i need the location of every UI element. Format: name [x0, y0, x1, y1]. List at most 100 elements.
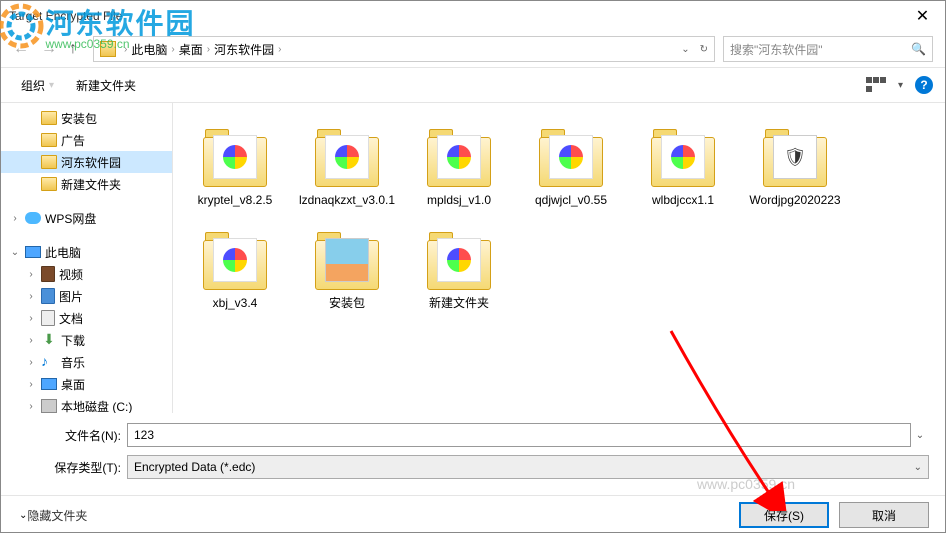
tree-caret-icon: › [9, 213, 21, 224]
breadcrumb-seg-pc[interactable]: 此电脑 [131, 41, 167, 58]
nav-up-icon[interactable]: ↑ [69, 40, 77, 58]
folder-preview-icon [437, 238, 481, 282]
folder-icon [41, 133, 57, 147]
sidebar-item[interactable]: 广告 [1, 129, 172, 151]
sidebar-item[interactable]: › ♪ 音乐 [1, 351, 172, 373]
filetype-select[interactable]: Encrypted Data (*.edc) ⌄ [127, 455, 929, 479]
file-item[interactable]: 安装包 [293, 222, 401, 317]
newfolder-label: 新建文件夹 [76, 77, 136, 94]
folder-preview-icon [549, 135, 593, 179]
save-label: 保存(S) [764, 507, 804, 524]
folder-icon [41, 177, 57, 191]
save-button[interactable]: 保存(S) [739, 502, 829, 528]
chevron-right-icon: › [278, 44, 281, 55]
video-icon [41, 266, 55, 282]
chevron-right-icon: › [171, 44, 174, 55]
chevron-right-icon: › [124, 44, 127, 55]
chevron-right-icon: › [207, 44, 210, 55]
sidebar-item[interactable]: ›文档 [1, 307, 172, 329]
breadcrumb[interactable]: › 此电脑 › 桌面 › 河东软件园 › ⌄ ↻ [93, 36, 715, 62]
chevron-down-icon[interactable]: ▾ [898, 80, 903, 91]
file-item[interactable]: xbj_v3.4 [181, 222, 289, 317]
cancel-label: 取消 [872, 507, 896, 524]
tree-caret-icon: › [25, 291, 37, 302]
sidebar-item-label: 河东软件园 [61, 154, 121, 171]
folder-preview-icon [437, 135, 481, 179]
file-item[interactable]: 新建文件夹 [405, 222, 513, 317]
sidebar-item[interactable]: 新建文件夹 [1, 173, 172, 195]
download-icon: ⬇ [41, 333, 57, 347]
file-item[interactable]: mpldsj_v1.0 [405, 119, 513, 214]
help-icon[interactable]: ? [915, 76, 933, 94]
sidebar-item-label: 广告 [61, 132, 85, 149]
breadcrumb-seg-current[interactable]: 河东软件园 [214, 41, 274, 58]
file-item[interactable]: qdjwjcl_v0.55 [517, 119, 625, 214]
file-label: 新建文件夹 [429, 296, 489, 311]
tree-caret-icon: › [25, 357, 37, 368]
file-item[interactable]: lzdnaqkzxt_v3.0.1 [293, 119, 401, 214]
file-label: mpldsj_v1.0 [427, 193, 491, 208]
search-input[interactable]: 搜索"河东软件园" 🔍 [723, 36, 933, 62]
desktop-icon [41, 378, 57, 390]
close-button[interactable]: ✕ [900, 1, 945, 31]
new-folder-button[interactable]: 新建文件夹 [68, 73, 144, 98]
view-mode-button[interactable] [866, 77, 886, 93]
sidebar-item-label: 下载 [61, 332, 85, 349]
tree-caret-icon: › [25, 269, 37, 280]
sidebar-item-label: WPS网盘 [45, 210, 96, 227]
chevron-down-icon[interactable]: ⌄ [19, 510, 27, 521]
sidebar-item-label: 图片 [59, 288, 83, 305]
filetype-value: Encrypted Data (*.edc) [134, 460, 255, 474]
file-item[interactable]: kryptel_v8.2.5 [181, 119, 289, 214]
folder-preview-icon [213, 135, 257, 179]
file-item[interactable]: 🛡Wordjpg2020223 [741, 119, 849, 214]
search-placeholder: 搜索"河东软件园" [730, 41, 823, 58]
sidebar-item[interactable]: ⌄ 此电脑 [1, 241, 172, 263]
tree-caret-icon: ⌄ [9, 247, 21, 258]
sidebar-item[interactable]: › 图片 [1, 285, 172, 307]
nav-forward-icon[interactable]: → [41, 40, 57, 58]
bottom-fields: 文件名(N): ⌄ 保存类型(T): Encrypted Data (*.edc… [1, 413, 945, 495]
sidebar-item-label: 新建文件夹 [61, 176, 121, 193]
sidebar-item[interactable]: ›本地磁盘 (C:) [1, 395, 172, 413]
document-icon [41, 310, 55, 326]
file-label: lzdnaqkzxt_v3.0.1 [299, 193, 395, 208]
pc-icon [25, 246, 41, 258]
filename-label: 文件名(N): [17, 427, 127, 444]
sidebar-item-label: 此电脑 [45, 244, 81, 261]
cloud-icon [25, 212, 41, 224]
file-item[interactable]: wlbdjccx1.1 [629, 119, 737, 214]
sidebar-item[interactable]: ›桌面 [1, 373, 172, 395]
picture-icon [41, 288, 55, 304]
sidebar-item[interactable]: ›⬇下载 [1, 329, 172, 351]
filename-input[interactable] [127, 423, 911, 447]
cancel-button[interactable]: 取消 [839, 502, 929, 528]
file-label: xbj_v3.4 [213, 296, 258, 311]
folder-preview-icon [325, 135, 369, 179]
sidebar-item[interactable]: ›视频 [1, 263, 172, 285]
organize-button[interactable]: 组织 ▾ [13, 73, 62, 98]
music-icon: ♪ [41, 355, 57, 369]
nav-back-icon[interactable]: ← [13, 40, 29, 58]
refresh-icon[interactable]: ↻ [700, 44, 708, 55]
picture-preview-icon [325, 238, 369, 282]
folder-preview-icon [661, 135, 705, 179]
folder-icon [100, 41, 116, 57]
titlebar: Target Encrypted File ✕ [1, 1, 945, 31]
search-icon[interactable]: 🔍 [911, 42, 926, 56]
sidebar-item-label: 音乐 [61, 354, 85, 371]
sidebar-item[interactable]: › WPS网盘 [1, 207, 172, 229]
breadcrumb-seg-desktop[interactable]: 桌面 [179, 41, 203, 58]
action-bar: ⌄ 隐藏文件夹 保存(S) 取消 [1, 495, 945, 538]
hide-folders-link[interactable]: 隐藏文件夹 [27, 507, 87, 524]
sidebar-item[interactable]: 河东软件园 [1, 151, 172, 173]
tree-caret-icon: › [25, 379, 37, 390]
address-bar: ← → ↑ › 此电脑 › 桌面 › 河东软件园 › ⌄ ↻ 搜索"河东软件园"… [1, 31, 945, 67]
file-view[interactable]: kryptel_v8.2.5 lzdnaqkzxt_v3.0.1 mpldsj_v1… [173, 103, 945, 413]
chevron-down-icon[interactable]: ⌄ [681, 44, 689, 55]
chevron-down-icon[interactable]: ⌄ [911, 430, 929, 441]
organize-label: 组织 [21, 77, 45, 94]
sidebar-item[interactable]: 安装包 [1, 107, 172, 129]
filetype-label: 保存类型(T): [17, 459, 127, 476]
document-preview-icon: 🛡 [773, 135, 817, 179]
